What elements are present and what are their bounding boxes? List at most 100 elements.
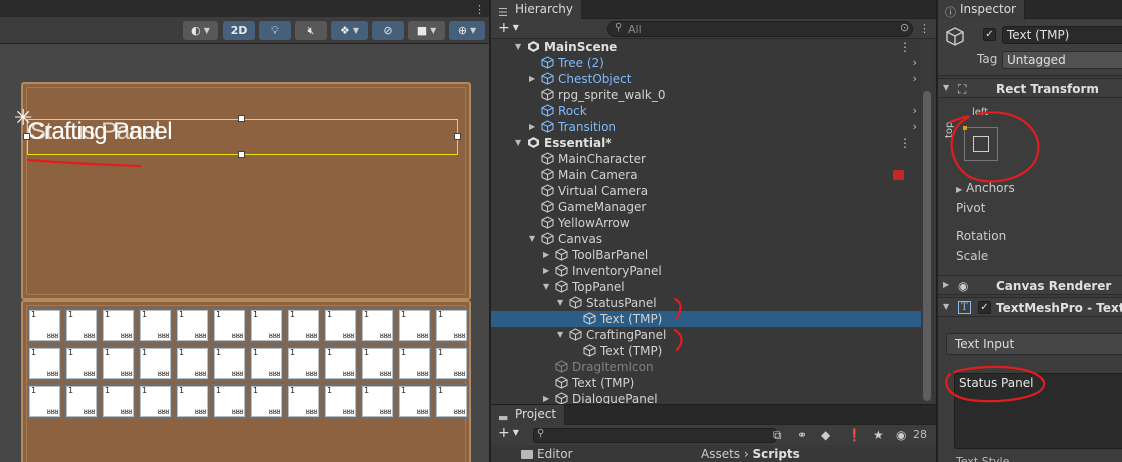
canvas-renderer-header[interactable]: ▶ ◉ Canvas Renderer: [938, 275, 1122, 295]
shading-mode-button[interactable]: ◐ ▼: [183, 21, 218, 40]
inventory-slot[interactable]: 1 ȣȣȣ: [249, 384, 284, 419]
create-button[interactable]: + ▼: [498, 20, 519, 36]
hierarchy-row[interactable]: ▶ Transition ›: [491, 119, 921, 135]
rect-handle-left[interactable]: [23, 133, 30, 140]
inventory-slot[interactable]: 1 ȣȣȣ: [175, 346, 210, 381]
hierarchy-row[interactable]: ▼ Canvas: [491, 231, 921, 247]
expand-down-icon[interactable]: ▼: [557, 295, 563, 311]
hierarchy-row[interactable]: Text (TMP): [491, 375, 921, 391]
inventory-slot[interactable]: 1 ȣȣȣ: [397, 384, 432, 419]
hierarchy-row[interactable]: ▼ TopPanel: [491, 279, 921, 295]
hierarchy-row[interactable]: YellowArrow: [491, 215, 921, 231]
hierarchy-row[interactable]: Text (TMP): [491, 311, 921, 327]
label-filter-icon[interactable]: ◆: [821, 428, 830, 442]
hierarchy-row[interactable]: rpg_sprite_walk_0: [491, 87, 921, 103]
hierarchy-search-input[interactable]: ⚲ All: [607, 21, 913, 37]
inventory-slot[interactable]: 1 ȣȣȣ: [64, 308, 99, 343]
inventory-slot[interactable]: 1 ȣȣȣ: [323, 346, 358, 381]
hierarchy-row[interactable]: Virtual Camera: [491, 183, 921, 199]
inventory-slot[interactable]: 1 ȣȣȣ: [397, 346, 432, 381]
audio-toggle-button[interactable]: 🔇︎: [295, 21, 327, 40]
inspector-tab[interactable]: ⓘ Inspector: [938, 0, 1025, 20]
project-search-input[interactable]: ⚲: [533, 428, 776, 443]
hierarchy-row[interactable]: DragItemIcon: [491, 359, 921, 375]
scene-visibility-button[interactable]: ⊘: [372, 21, 404, 40]
expand-right-icon[interactable]: ▶: [543, 391, 549, 404]
type-filter-icon[interactable]: ⚭: [797, 428, 807, 442]
folder-tree-item-editor[interactable]: Editor: [521, 447, 573, 461]
prefab-open-chevron-icon[interactable]: ›: [913, 71, 917, 87]
hierarchy-tab[interactable]: ☰ Hierarchy: [491, 0, 583, 20]
inventory-slot[interactable]: 1 ȣȣȣ: [434, 308, 469, 343]
inventory-slot[interactable]: 1 ȣȣȣ: [175, 308, 210, 343]
lighting-toggle-button[interactable]: 💡︎: [259, 21, 291, 40]
visibility-eye-icon[interactable]: ◉: [896, 428, 906, 442]
inventory-slot[interactable]: 1 ȣȣȣ: [434, 346, 469, 381]
expand-down-icon[interactable]: ▼: [557, 327, 563, 343]
inventory-slot[interactable]: 1 ȣȣȣ: [249, 346, 284, 381]
breadcrumb-assets[interactable]: Assets: [701, 447, 740, 461]
effects-button[interactable]: ❖ ▼: [331, 21, 368, 40]
expand-down-icon[interactable]: ▼: [515, 39, 521, 55]
inventory-slot[interactable]: 1 ȣȣȣ: [286, 384, 321, 419]
prefab-open-chevron-icon[interactable]: ›: [913, 103, 917, 119]
inventory-slot[interactable]: 1 ȣȣȣ: [323, 384, 358, 419]
active-checkbox[interactable]: ✓: [983, 28, 996, 41]
hierarchy-row[interactable]: ▼ CraftingPanel: [491, 327, 921, 343]
text-input-section[interactable]: Text Input: [946, 333, 1122, 355]
inventory-slot[interactable]: 1 ȣȣȣ: [138, 384, 173, 419]
hierarchy-row[interactable]: Rock ›: [491, 103, 921, 119]
rect-handle-right[interactable]: [454, 133, 461, 140]
inventory-slot[interactable]: 1 ȣȣȣ: [175, 384, 210, 419]
hierarchy-row[interactable]: Text (TMP): [491, 343, 921, 359]
inventory-slot[interactable]: 1 ȣȣȣ: [249, 308, 284, 343]
tag-dropdown[interactable]: Untagged: [1002, 51, 1122, 69]
inventory-slot[interactable]: 1 ȣȣȣ: [138, 308, 173, 343]
hierarchy-row[interactable]: ▶ InventoryPanel: [491, 263, 921, 279]
expand-down-icon[interactable]: ▼: [543, 279, 549, 295]
inventory-slot[interactable]: 1 ȣȣȣ: [286, 346, 321, 381]
expand-right-icon[interactable]: ▶: [529, 71, 535, 87]
project-create-button[interactable]: + ▼: [498, 425, 519, 441]
expand-right-icon[interactable]: ▶: [543, 247, 549, 263]
anchor-pivot-icon[interactable]: ✳: [14, 106, 32, 131]
favorite-star-icon[interactable]: ★: [873, 428, 884, 442]
inventory-slot[interactable]: 1 ȣȣȣ: [397, 308, 432, 343]
inventory-slot[interactable]: 1 ȣȣȣ: [101, 308, 136, 343]
inventory-slot[interactable]: 1 ȣȣȣ: [64, 346, 99, 381]
hierarchy-scroll-thumb[interactable]: [923, 91, 931, 401]
rect-handle-bottom[interactable]: [238, 151, 245, 158]
inventory-slot[interactable]: 1 ȣȣȣ: [212, 346, 247, 381]
hierarchy-row[interactable]: ▼ StatusPanel: [491, 295, 921, 311]
2d-toggle-button[interactable]: 2D: [223, 21, 255, 40]
scene-kebab-icon[interactable]: ⋮: [899, 39, 911, 55]
hierarchy-row[interactable]: ▶ ToolBarPanel: [491, 247, 921, 263]
project-tab[interactable]: ▬ Project: [491, 405, 566, 425]
inventory-slot[interactable]: 1 ȣȣȣ: [212, 308, 247, 343]
anchors-property[interactable]: ▶ Anchors: [956, 181, 1015, 195]
expand-right-icon[interactable]: ▶: [543, 263, 549, 279]
hierarchy-row[interactable]: Tree (2) ›: [491, 55, 921, 71]
hierarchy-row[interactable]: Main Camera: [491, 167, 921, 183]
inventory-slot[interactable]: 1 ȣȣȣ: [64, 384, 99, 419]
hierarchy-row[interactable]: ▼ MainScene ⋮: [491, 39, 921, 55]
inventory-slot[interactable]: 1 ȣȣȣ: [360, 308, 395, 343]
hierarchy-kebab-icon[interactable]: ⋮: [919, 22, 930, 35]
expand-right-icon[interactable]: ▶: [529, 119, 535, 135]
scene-kebab-icon[interactable]: ⋮: [899, 135, 911, 151]
inventory-slot[interactable]: 1 ȣȣȣ: [360, 346, 395, 381]
prefab-open-chevron-icon[interactable]: ›: [913, 119, 917, 135]
inventory-slot[interactable]: 1 ȣȣȣ: [286, 308, 321, 343]
gizmos-button[interactable]: ⊕ ▼: [449, 21, 485, 40]
inventory-slot[interactable]: 1 ȣȣȣ: [138, 346, 173, 381]
scene-kebab-icon[interactable]: ⋮: [474, 3, 485, 16]
camera-settings-button[interactable]: ■ ▼: [408, 21, 445, 40]
inventory-slot[interactable]: 1 ȣȣȣ: [101, 384, 136, 419]
inventory-slot[interactable]: 1 ȣȣȣ: [212, 384, 247, 419]
prefab-open-chevron-icon[interactable]: ›: [913, 55, 917, 71]
inventory-slot[interactable]: 1 ȣȣȣ: [27, 384, 62, 419]
inventory-slot[interactable]: 1 ȣȣȣ: [323, 308, 358, 343]
inventory-slot[interactable]: 1 ȣȣȣ: [434, 384, 469, 419]
rect-transform-header[interactable]: ▼ ⛶ Rect Transform: [938, 78, 1122, 98]
hierarchy-row[interactable]: ▶ ChestObject ›: [491, 71, 921, 87]
